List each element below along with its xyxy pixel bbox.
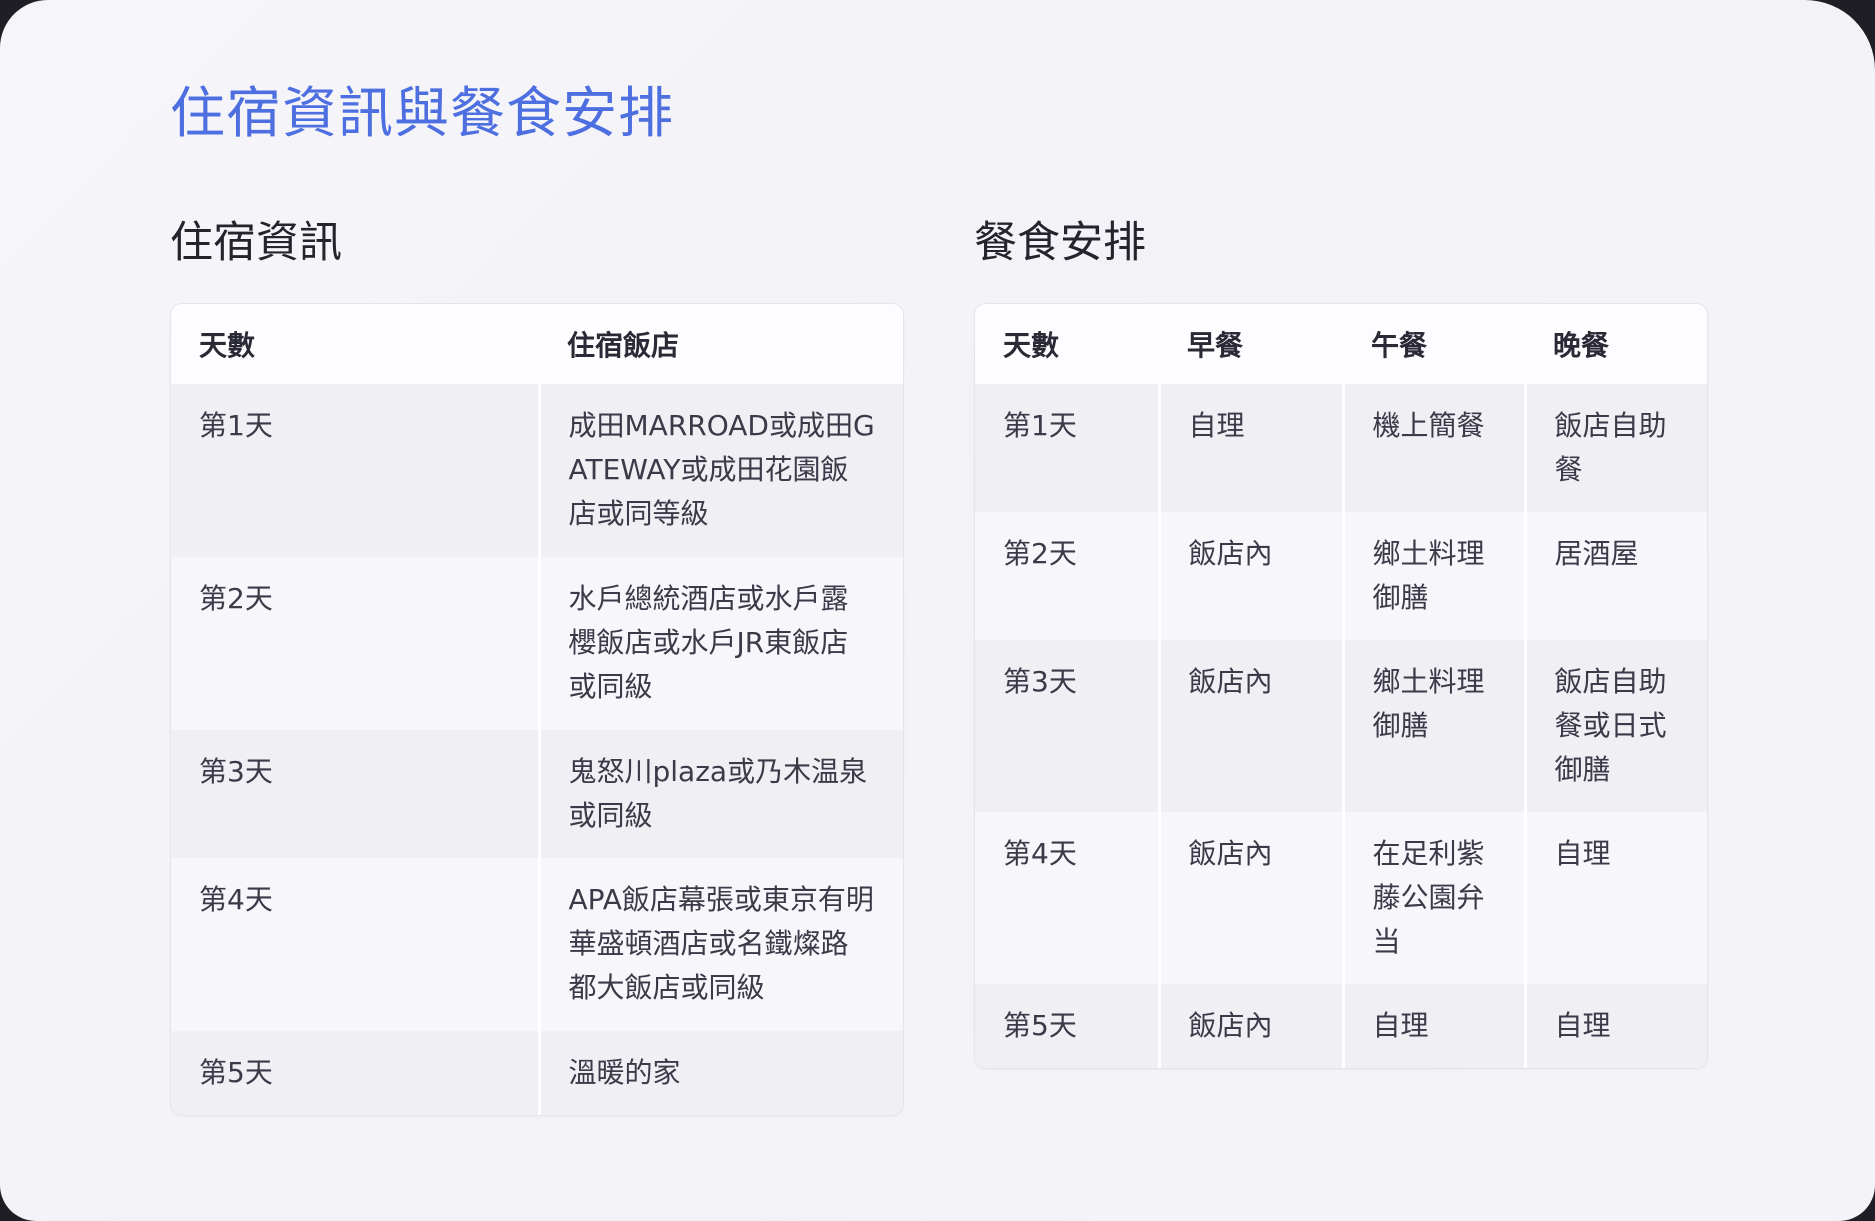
day-cell: 第4天 [975,812,1159,984]
hotel-cell: APA飯店幕張或東京有明華盛頓酒店或名鐵燦路都大飯店或同級 [537,858,903,1031]
page-title: 住宿資訊與餐食安排 [170,81,675,145]
hotel-cell: 溫暖的家 [537,1031,903,1115]
column-header-breakfast: 早餐 [1159,304,1343,384]
accommodation-section-title: 住宿資訊 [170,218,342,268]
day-cell: 第2天 [975,512,1159,640]
column-header-day: 天數 [975,304,1159,384]
day-cell: 第4天 [171,858,539,1031]
column-header-lunch: 午餐 [1343,304,1525,384]
breakfast-cell: 飯店內 [1157,984,1343,1068]
breakfast-cell: 飯店內 [1157,640,1343,812]
table-row: 第1天 成田MARROAD或成田GATEWAY或成田花園飯店或同等級 [171,384,903,557]
dinner-cell: 自理 [1523,984,1707,1068]
accommodation-table-card: 天數 住宿飯店 第1天 成田MARROAD或成田GATEWAY或成田花園飯店或同… [170,303,904,1116]
lunch-cell: 在足利紫藤公園弁当 [1341,812,1525,984]
table-row: 第3天 鬼怒川plaza或乃木温泉或同級 [171,730,903,858]
dinner-cell: 飯店自助餐 [1523,384,1707,512]
day-cell: 第1天 [975,384,1159,512]
slide-canvas: 住宿資訊與餐食安排 住宿資訊 餐食安排 天數 住宿飯店 第1天 成田MARROA… [0,0,1875,1221]
meals-table-card: 天數 早餐 午餐 晚餐 第1天 自理 機上簡餐 飯店自助餐 第2天 飯店內 鄉土… [974,303,1708,1069]
lunch-cell: 鄉土料理御膳 [1341,512,1525,640]
meals-table: 天數 早餐 午餐 晚餐 第1天 自理 機上簡餐 飯店自助餐 第2天 飯店內 鄉土… [975,304,1707,1068]
day-cell: 第3天 [171,730,539,858]
table-row: 第4天 APA飯店幕張或東京有明華盛頓酒店或名鐵燦路都大飯店或同級 [171,858,903,1031]
table-row: 第5天 飯店內 自理 自理 [975,984,1707,1068]
breakfast-cell: 自理 [1157,384,1343,512]
lunch-cell: 自理 [1341,984,1525,1068]
day-cell: 第5天 [975,984,1159,1068]
accommodation-table: 天數 住宿飯店 第1天 成田MARROAD或成田GATEWAY或成田花園飯店或同… [171,304,903,1115]
lunch-cell: 機上簡餐 [1341,384,1525,512]
hotel-cell: 成田MARROAD或成田GATEWAY或成田花園飯店或同等級 [537,384,903,557]
dinner-cell: 居酒屋 [1523,512,1707,640]
dinner-cell: 自理 [1523,812,1707,984]
day-cell: 第3天 [975,640,1159,812]
lunch-cell: 鄉土料理御膳 [1341,640,1525,812]
meals-section-title: 餐食安排 [974,218,1146,268]
window-frame: 住宿資訊與餐食安排 住宿資訊 餐食安排 天數 住宿飯店 第1天 成田MARROA… [0,0,1875,1221]
table-row: 第5天 溫暖的家 [171,1031,903,1115]
table-header-row: 天數 住宿飯店 [171,304,903,384]
dinner-cell: 飯店自助餐或日式御膳 [1523,640,1707,812]
hotel-cell: 水戶總統酒店或水戶露櫻飯店或水戶JR東飯店或同級 [537,557,903,730]
column-header-hotel: 住宿飯店 [539,304,903,384]
day-cell: 第2天 [171,557,539,730]
breakfast-cell: 飯店內 [1157,512,1343,640]
table-header-row: 天數 早餐 午餐 晚餐 [975,304,1707,384]
table-row: 第1天 自理 機上簡餐 飯店自助餐 [975,384,1707,512]
breakfast-cell: 飯店內 [1157,812,1343,984]
table-row: 第3天 飯店內 鄉土料理御膳 飯店自助餐或日式御膳 [975,640,1707,812]
table-row: 第4天 飯店內 在足利紫藤公園弁当 自理 [975,812,1707,984]
column-header-dinner: 晚餐 [1525,304,1707,384]
column-header-day: 天數 [171,304,539,384]
day-cell: 第1天 [171,384,539,557]
hotel-cell: 鬼怒川plaza或乃木温泉或同級 [537,730,903,858]
table-row: 第2天 飯店內 鄉土料理御膳 居酒屋 [975,512,1707,640]
table-row: 第2天 水戶總統酒店或水戶露櫻飯店或水戶JR東飯店或同級 [171,557,903,730]
day-cell: 第5天 [171,1031,539,1115]
